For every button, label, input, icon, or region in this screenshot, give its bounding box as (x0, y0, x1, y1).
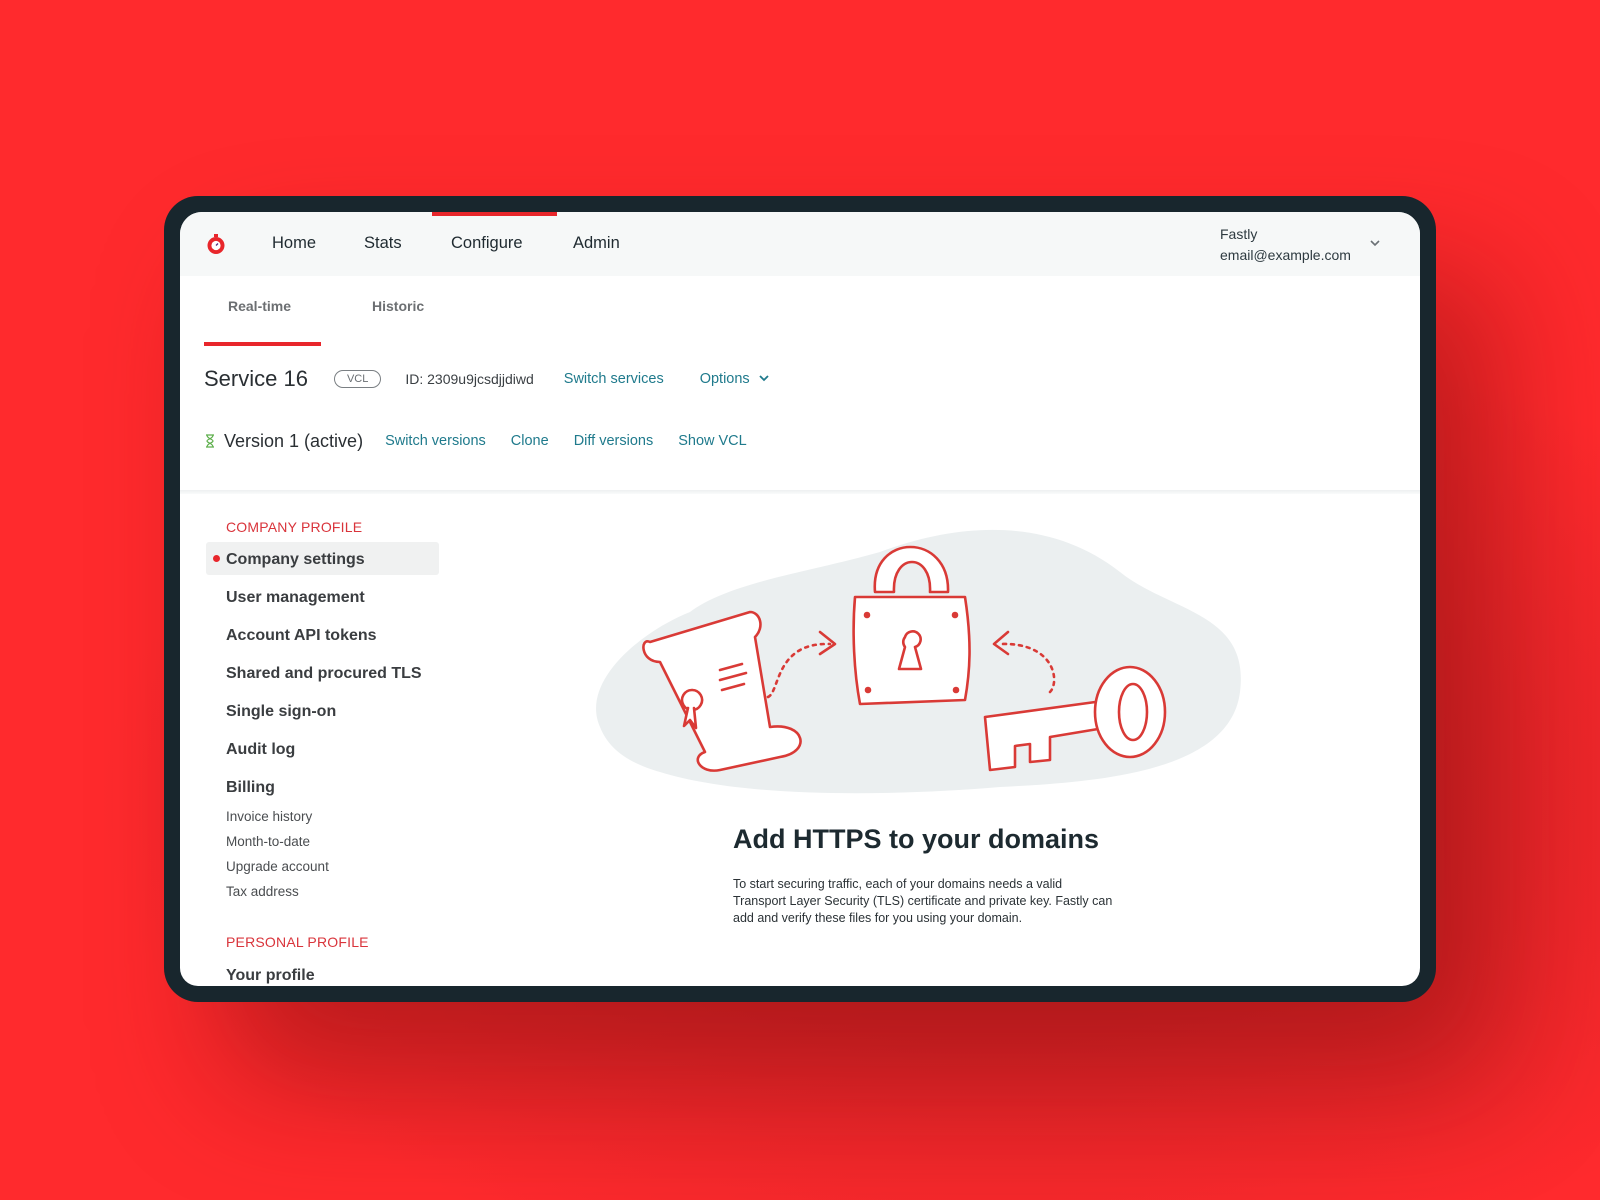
tab-historic[interactable]: Historic (372, 298, 424, 314)
show-vcl-link[interactable]: Show VCL (678, 433, 747, 449)
user-menu[interactable]: Fastly email@example.com (1220, 224, 1351, 266)
sidebar-subitem-upgrade-account[interactable]: Upgrade account (226, 859, 329, 874)
service-id-value: 2309u9jcsdjjdiwd (427, 371, 534, 387)
sidebar-subitem-invoice-history[interactable]: Invoice history (226, 809, 312, 824)
nav-stats[interactable]: Stats (364, 234, 402, 253)
app-screen: Home Stats Configure Admin Fastly email@… (180, 212, 1420, 986)
https-illustration (596, 529, 1241, 794)
device-frame: Home Stats Configure Admin Fastly email@… (164, 196, 1436, 1002)
selected-indicator-dot (213, 555, 220, 562)
sidebar-subitem-tax-address[interactable]: Tax address (226, 884, 299, 899)
tab-real-time[interactable]: Real-time (228, 298, 291, 314)
header-divider (180, 490, 1420, 494)
sidebar-item-user-management[interactable]: User management (226, 589, 365, 607)
personal-profile-heading: PERSONAL PROFILE (226, 934, 369, 950)
nav-admin[interactable]: Admin (573, 234, 620, 253)
sidebar-item-audit-log[interactable]: Audit log (226, 741, 295, 759)
tab-active-indicator (204, 342, 321, 346)
nav-configure[interactable]: Configure (451, 234, 523, 253)
active-version-icon (206, 434, 214, 448)
sidebar-item-single-sign-on[interactable]: Single sign-on (226, 703, 336, 721)
sidebar-item-account-api-tokens[interactable]: Account API tokens (226, 627, 377, 645)
diff-versions-link[interactable]: Diff versions (574, 433, 654, 449)
version-title: Version 1 (active) (224, 430, 364, 451)
clone-link[interactable]: Clone (511, 433, 549, 449)
page-description: To start securing traffic, each of your … (733, 877, 1113, 925)
sidebar-item-your-profile[interactable]: Your profile (226, 967, 315, 985)
switch-versions-link[interactable]: Switch versions (385, 433, 486, 449)
switch-services-link[interactable]: Switch services (564, 371, 664, 387)
user-email: email@example.com (1220, 247, 1351, 263)
nav-home[interactable]: Home (272, 234, 316, 253)
sidebar-subitem-month-to-date[interactable]: Month-to-date (226, 834, 310, 849)
service-id-label: ID: (405, 371, 424, 387)
sidebar-item-shared-tls[interactable]: Shared and procured TLS (226, 665, 422, 683)
service-id: ID: 2309u9jcsdjjdiwd (405, 371, 533, 387)
service-title: Service 16 (204, 366, 308, 391)
chevron-down-icon[interactable] (1370, 238, 1380, 248)
options-label: Options (699, 371, 750, 387)
page-headline: Add HTTPS to your domains (733, 824, 1100, 854)
sub-tabs: Real-time Historic (180, 276, 1420, 346)
top-navigation-bar: Home Stats Configure Admin Fastly email@… (180, 212, 1420, 276)
company-profile-heading: COMPANY PROFILE (226, 519, 363, 535)
nav-active-indicator (432, 212, 557, 216)
vcl-badge: VCL (333, 370, 382, 388)
fastly-logo-icon[interactable] (206, 234, 226, 254)
user-org: Fastly (1220, 226, 1258, 242)
options-dropdown[interactable]: Options (700, 371, 770, 387)
service-header: Service 16 VCL ID: 2309u9jcsdjjdiwd Swit… (204, 364, 770, 394)
chevron-down-icon (759, 375, 769, 382)
sidebar-item-billing[interactable]: Billing (226, 779, 275, 797)
sidebar-item-company-settings[interactable]: Company settings (226, 551, 365, 569)
version-header: Version 1 (active) Switch versions Clone… (204, 426, 747, 456)
